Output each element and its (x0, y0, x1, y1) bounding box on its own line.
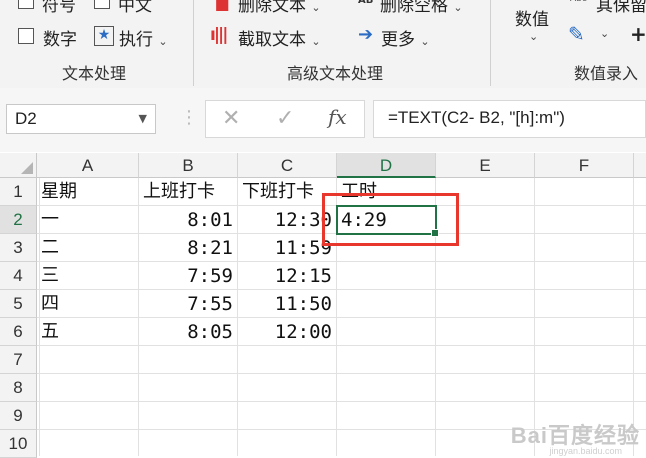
row-header[interactable]: 1 (0, 178, 37, 206)
column-header-f[interactable]: F (535, 153, 634, 178)
execute-button[interactable]: 执行 ⌄ (119, 25, 168, 50)
row-header[interactable]: 6 (0, 318, 37, 346)
chevron-down-icon[interactable]: ⌄ (600, 27, 609, 40)
row-header[interactable]: 5 (0, 290, 37, 318)
delete-space-icon: AB (358, 0, 374, 6)
delete-text-icon: ▐▌ (210, 0, 235, 11)
select-all-corner[interactable] (0, 153, 37, 178)
column-header-e[interactable]: E (436, 153, 535, 178)
cell-a6[interactable]: 五 (37, 318, 139, 346)
advanced-text-group-label: 高级文本处理 (287, 64, 384, 83)
value-button[interactable]: 数值 (515, 5, 549, 30)
cell-a1[interactable]: 星期 (37, 178, 139, 206)
keep-button[interactable]: 其保留 (596, 0, 646, 16)
cancel-icon[interactable]: ✕ (222, 106, 240, 131)
chevron-down-icon[interactable]: ⌄ (529, 30, 538, 43)
delete-space-button[interactable]: 删除空格 ⌄ (380, 0, 463, 16)
cell-a2[interactable]: 一 (37, 206, 139, 234)
extract-text-icon: ı||| (210, 25, 229, 45)
column-header-c[interactable]: C (238, 153, 337, 178)
cell-d2[interactable]: 4:29 (337, 206, 436, 234)
cell-c2[interactable]: 12:30 (238, 206, 337, 234)
execute-star-icon[interactable]: ★ (94, 26, 114, 46)
plus-icon[interactable]: + (630, 22, 646, 46)
insert-function-icon[interactable]: fx (328, 105, 347, 129)
chinese-checkbox[interactable] (94, 0, 110, 9)
cell-c3[interactable]: 11:59 (238, 234, 337, 262)
drag-handle-icon[interactable]: ⋮ (180, 107, 198, 128)
column-header-a[interactable]: A (37, 153, 139, 178)
chevron-down-icon[interactable]: ▼ (139, 112, 147, 125)
digits-label: 数字 (43, 30, 77, 50)
column-header-d[interactable]: D (337, 153, 436, 178)
column-header-g[interactable] (634, 153, 646, 178)
more-button[interactable]: 更多 ⌄ (381, 25, 430, 50)
formula-input[interactable]: =TEXT(C2- B2, "[h]:m") (373, 100, 646, 138)
cell-d1[interactable]: 工时 (337, 178, 436, 206)
row-header[interactable]: 10 (0, 430, 37, 458)
spellcheck-icon: Abc (570, 0, 587, 4)
cell-b5[interactable]: 7:55 (139, 290, 238, 318)
cell-c6[interactable]: 12:00 (238, 318, 337, 346)
cell-c4[interactable]: 12:15 (238, 262, 337, 290)
name-box[interactable]: D2 ▼ (6, 104, 156, 134)
row-header[interactable]: 7 (0, 346, 37, 374)
row-header[interactable]: 4 (0, 262, 37, 290)
text-processing-group-label: 文本处理 (62, 64, 127, 83)
cell-b2[interactable]: 8:01 (139, 206, 238, 234)
cell-a3[interactable]: 二 (37, 234, 139, 262)
cell-b1[interactable]: 上班打卡 (139, 178, 238, 206)
cell-a4[interactable]: 三 (37, 262, 139, 290)
arrow-right-icon: ➔ (358, 24, 374, 45)
row-header[interactable]: 9 (0, 402, 37, 430)
extract-text-button[interactable]: 截取文本 ⌄ (238, 25, 321, 50)
cell-b4[interactable]: 7:59 (139, 262, 238, 290)
formula-buttons: ✕ ✓ fx (205, 100, 365, 138)
spreadsheet-grid: A B C D E F 1 2 3 4 5 6 7 8 9 10 星期 上班打卡… (0, 153, 646, 458)
confirm-icon[interactable]: ✓ (276, 106, 294, 131)
row-header[interactable]: 3 (0, 234, 37, 262)
symbol-checkbox[interactable] (18, 0, 34, 9)
chinese-label: 中文 (118, 0, 152, 16)
delete-text-button[interactable]: 删除文本 ⌄ (238, 0, 321, 16)
formula-text: =TEXT(C2- B2, "[h]:m") (388, 108, 565, 127)
row-header[interactable]: 2 (0, 206, 37, 234)
ribbon-separator (490, 0, 491, 86)
ribbon-separator (193, 0, 194, 86)
column-header-b[interactable]: B (139, 153, 238, 178)
cell-c5[interactable]: 11:50 (238, 290, 337, 318)
cell-c1[interactable]: 下班打卡 (238, 178, 337, 206)
ribbon: 符号 中文 数字 ★ 执行 ⌄ 文本处理 ▐▌ 删除文本 ⌄ ı||| 截取文本… (0, 0, 646, 89)
cell-b6[interactable]: 8:05 (139, 318, 238, 346)
name-box-value: D2 (15, 109, 37, 128)
digits-checkbox[interactable] (18, 28, 34, 44)
cell-b3[interactable]: 8:21 (139, 234, 238, 262)
edit-icon[interactable]: ✎ (568, 22, 585, 46)
row-header[interactable]: 8 (0, 374, 37, 402)
cell-a5[interactable]: 四 (37, 290, 139, 318)
watermark-url: jingyan.baidu.com (549, 446, 622, 456)
value-entry-group-label: 数值录入 (574, 64, 639, 83)
symbol-label: 符号 (42, 0, 76, 16)
